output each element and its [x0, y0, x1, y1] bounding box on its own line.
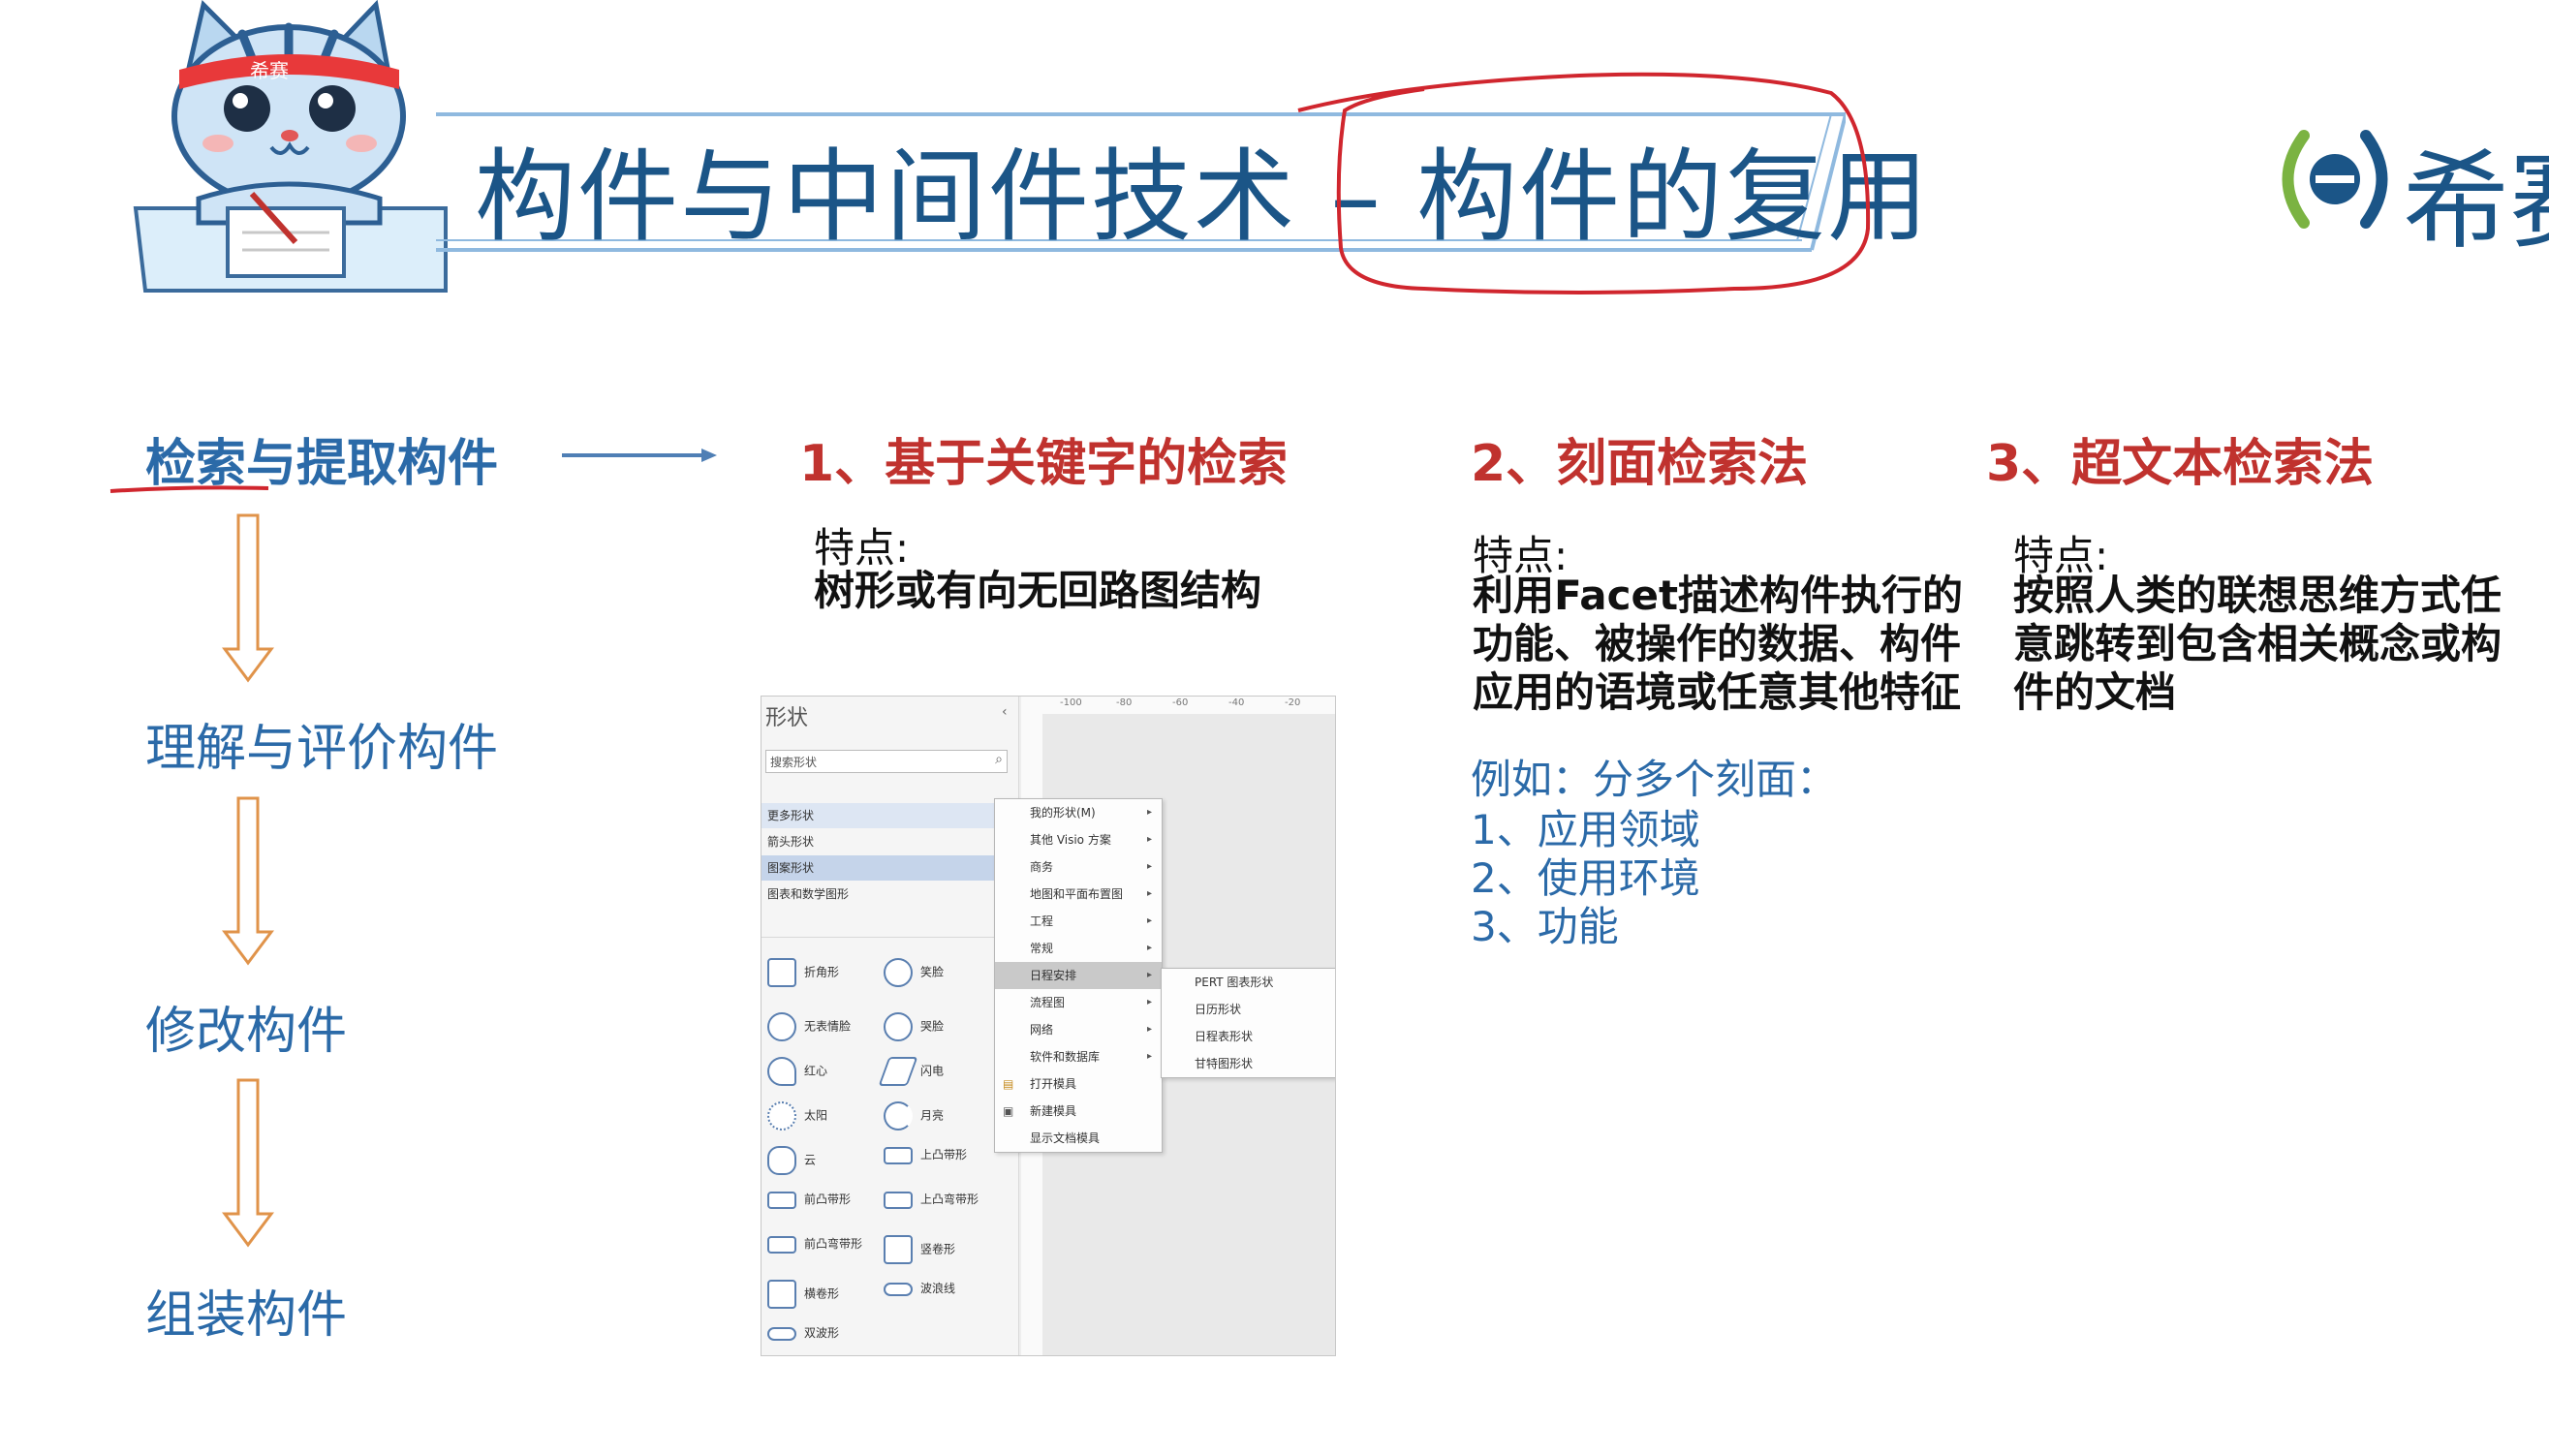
category-item[interactable]: 更多形状 — [762, 803, 1018, 828]
shape-item[interactable]: 波浪线 — [884, 1280, 955, 1296]
new-stencil-icon: ▣ — [1003, 1104, 1014, 1118]
shape-item[interactable]: 竖卷形 — [884, 1235, 955, 1264]
double-wave-icon — [767, 1326, 796, 1341]
horizontal-ruler: -100 -80 -60 -40 -20 — [1042, 697, 1335, 715]
moon-icon — [884, 1101, 913, 1131]
down-arrow-icon — [222, 513, 274, 683]
smile-face-icon — [884, 958, 913, 987]
shapes-panel: 形状 ‹ 搜索形状 ⌕ 更多形状 箭头形状 图案形状 图表和数学图形 折角形 笑… — [762, 697, 1019, 1355]
shape-item[interactable]: 双波形 — [767, 1324, 839, 1341]
menu-item[interactable]: ▤ 打开模具 — [995, 1070, 1162, 1098]
category-item[interactable]: 箭头形状 — [762, 829, 1018, 854]
shape-item[interactable]: 横卷形 — [767, 1280, 839, 1309]
lightning-icon — [878, 1057, 918, 1086]
menu-item[interactable]: 地图和平面布置图 ▸ — [995, 881, 1162, 908]
menu-item[interactable]: 常规 ▸ — [995, 935, 1162, 962]
col1-title: 1、基于关键字的检索 — [799, 435, 1289, 493]
down-arrow-icon — [222, 1078, 274, 1248]
heart-icon — [767, 1057, 796, 1086]
shape-item[interactable]: 前凸弯带形 — [767, 1235, 862, 1254]
menu-item[interactable]: PERT 图表形状 — [1162, 969, 1335, 996]
step-underline — [109, 485, 269, 493]
col2-title: 2、刻面检索法 — [1471, 435, 1809, 493]
col3-title: 3、超文本检索法 — [1986, 435, 2375, 493]
sun-icon — [767, 1101, 796, 1131]
col3-feature-text: 按照人类的联想思维方式任 意跳转到包含相关概念或构 件的文档 — [2013, 572, 2502, 716]
collapse-icon[interactable]: ‹ — [1002, 704, 1008, 720]
col1-feature-text: 树形或有向无回路图结构 — [814, 567, 1262, 614]
shape-search-input[interactable]: 搜索形状 ⌕ — [765, 750, 1008, 773]
menu-item[interactable]: 软件和数据库 ▸ — [995, 1043, 1162, 1070]
col2-feature-text: 利用Facet描述构件执行的 功能、被操作的数据、构件 应用的语境或任意其他特征 — [1473, 572, 1964, 716]
shape-item[interactable]: 太阳 — [767, 1101, 827, 1131]
flow-step-assemble: 组装构件 — [145, 1286, 348, 1345]
ribbon-icon — [767, 1191, 796, 1209]
neutral-face-icon — [767, 1012, 796, 1041]
shape-item[interactable]: 哭脸 — [884, 1012, 944, 1041]
shape-item[interactable]: 上凸带形 — [884, 1146, 967, 1164]
menu-item[interactable]: 日程表形状 — [1162, 1023, 1335, 1050]
sad-face-icon — [884, 1012, 913, 1041]
flow-step-modify: 修改构件 — [145, 1003, 348, 1061]
col1-feature-label: 特点: — [814, 524, 910, 572]
menu-item[interactable]: 工程 ▸ — [995, 908, 1162, 935]
wave-icon — [884, 1282, 913, 1296]
panel-title: 形状 — [765, 706, 809, 730]
xisai-logo-icon — [2282, 130, 2388, 229]
shape-thumb-icon — [767, 958, 796, 987]
menu-item-selected[interactable]: 日程安排 ▸ — [995, 962, 1162, 989]
headband-text: 希赛 — [250, 59, 289, 82]
ribbon-icon — [767, 1235, 796, 1254]
scroll-icon — [884, 1235, 913, 1264]
shape-item[interactable]: 上凸弯带形 — [884, 1191, 979, 1209]
category-item-selected[interactable]: 图案形状 — [762, 855, 1018, 881]
menu-item[interactable]: 流程图 ▸ — [995, 989, 1162, 1016]
menu-item[interactable]: 我的形状(M) ▸ — [995, 799, 1162, 826]
shape-item[interactable]: 红心 — [767, 1057, 827, 1086]
logo-text: 希赛 — [2403, 139, 2549, 263]
menu-item[interactable]: 网络 ▸ — [995, 1016, 1162, 1043]
ribbon-icon — [884, 1191, 913, 1209]
menu-item[interactable]: 日历形状 — [1162, 996, 1335, 1023]
col2-example-list: 1、应用领域 2、使用环境 3、功能 — [1471, 806, 1700, 950]
shape-item[interactable]: 月亮 — [884, 1101, 944, 1131]
menu-item[interactable]: 甘特图形状 — [1162, 1050, 1335, 1077]
shape-item[interactable]: 折角形 — [767, 958, 839, 987]
menu-item[interactable]: 其他 Visio 方案 ▸ — [995, 826, 1162, 853]
menu-item[interactable]: 商务 ▸ — [995, 853, 1162, 881]
open-stencil-icon: ▤ — [1003, 1077, 1014, 1091]
schedule-submenu: PERT 图表形状 日历形状 日程表形状 甘特图形状 — [1161, 968, 1335, 1078]
cat-mascot-icon: 希赛 — [133, 0, 448, 293]
scroll-icon — [767, 1280, 796, 1309]
visio-shapes-screenshot: 形状 ‹ 搜索形状 ⌕ 更多形状 箭头形状 图案形状 图表和数学图形 折角形 笑… — [761, 696, 1336, 1356]
category-item[interactable]: 图表和数学图形 — [762, 882, 1018, 907]
ribbon-icon — [884, 1146, 913, 1164]
down-arrow-icon — [222, 796, 274, 966]
shape-item[interactable]: 无表情脸 — [767, 1012, 851, 1041]
flow-step-evaluate: 理解与评价构件 — [145, 720, 499, 778]
col2-example-label: 例如：分多个刻面： — [1471, 756, 1838, 803]
shape-item[interactable]: 前凸带形 — [767, 1191, 851, 1209]
menu-item[interactable]: 显示文档模具 — [995, 1125, 1162, 1152]
search-placeholder: 搜索形状 — [770, 756, 818, 769]
menu-item[interactable]: ▣ 新建模具 — [995, 1098, 1162, 1125]
more-shapes-menu: 我的形状(M) ▸ 其他 Visio 方案 ▸ 商务 ▸ 地图和平面布置图 ▸ 工程 ▸ … — [994, 798, 1163, 1153]
cloud-icon — [767, 1146, 796, 1175]
header: 希赛 构件与中间件技术 – 构件的复用 希 — [0, 0, 2549, 320]
shape-item[interactable]: 笑脸 — [884, 958, 944, 987]
search-icon[interactable]: ⌕ — [995, 752, 1003, 767]
shape-item[interactable]: 云 — [767, 1146, 816, 1175]
panel-divider — [762, 937, 1018, 938]
annotation-circle — [1297, 72, 1871, 294]
shape-item[interactable]: 闪电 — [878, 1057, 944, 1086]
title-main: 构件与中间件技术 — [475, 138, 1297, 256]
right-arrow-icon — [562, 449, 717, 462]
